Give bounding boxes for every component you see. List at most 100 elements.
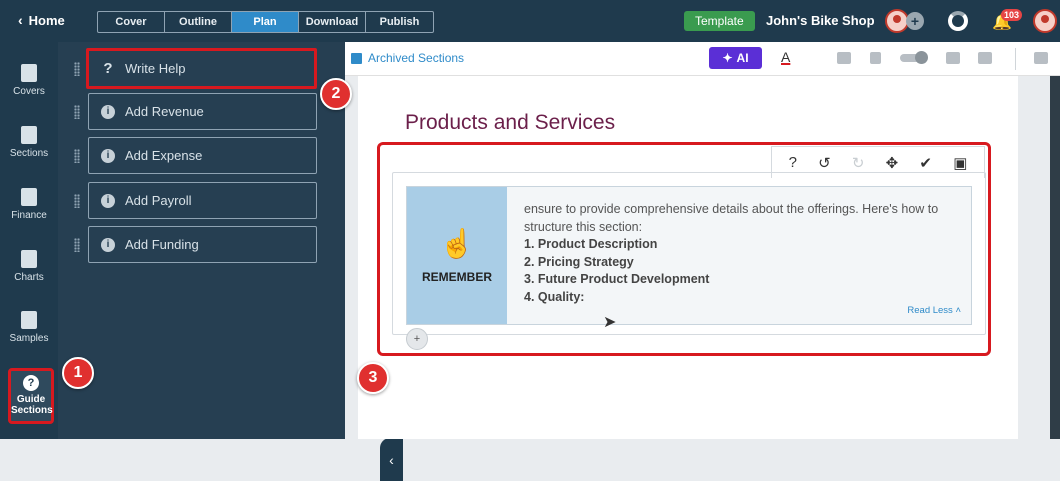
home-label: Home (28, 12, 65, 28)
body-intro: ensure to provide comprehensive details … (524, 202, 939, 234)
step-marker-3: 3 (357, 362, 389, 394)
editor-toolbar: Archived Sections ✦ AI A (345, 42, 1060, 76)
eye-icon[interactable] (837, 52, 851, 64)
remember-text[interactable]: ensure to provide comprehensive details … (524, 201, 954, 306)
user-avatar[interactable] (1033, 9, 1057, 33)
finance-icon (21, 188, 37, 206)
tab-plan[interactable]: Plan (232, 12, 299, 32)
ai-button[interactable]: ✦ AI (709, 47, 762, 69)
template-button[interactable]: Template (684, 11, 755, 31)
point-1: 1. Product Description (524, 237, 658, 251)
add-expense-label: Add Expense (125, 148, 203, 163)
nav-samples-label: Samples (9, 333, 49, 344)
nav-finance-label: Finance (11, 210, 47, 221)
add-funding-label: Add Funding (125, 237, 199, 252)
redo-icon[interactable]: ↻ (852, 154, 865, 172)
nav-covers[interactable]: Covers (0, 64, 58, 97)
add-payroll-item[interactable]: i Add Payroll (88, 182, 317, 219)
help-icon[interactable]: ? (789, 154, 797, 171)
guide-panel: ? Write Help i Add Revenue i Add Expense… (58, 42, 403, 481)
add-funding-item[interactable]: i Add Funding (88, 226, 317, 263)
step-marker-2: 2 (320, 78, 352, 110)
section-title[interactable]: Products and Services (405, 111, 615, 135)
document-page: Products and Services ? ↺ ↻ ✥ ✔ ▣ ☝ REME… (358, 76, 1018, 439)
plan-tabs: Cover Outline Plan Download Publish (97, 11, 434, 33)
toolbar-divider (1015, 48, 1016, 70)
info-icon: i (101, 104, 115, 119)
print-icon[interactable] (946, 52, 960, 64)
drag-handle-icon[interactable] (74, 149, 80, 163)
nav-charts[interactable]: Charts (0, 250, 58, 283)
point-4: 4. Quality: (524, 289, 585, 304)
archived-sections-label: Archived Sections (368, 51, 465, 65)
add-revenue-label: Add Revenue (125, 104, 204, 119)
tab-cover[interactable]: Cover (98, 12, 165, 32)
read-less-label: Read Less (907, 305, 953, 316)
point-2: 2. Pricing Strategy (524, 254, 634, 269)
question-circle-icon: ? (23, 375, 39, 391)
undo-icon[interactable]: ↺ (818, 154, 831, 172)
view-toggle[interactable] (900, 51, 928, 64)
move-icon[interactable]: ✥ (886, 154, 899, 172)
company-name[interactable]: John's Bike Shop (766, 13, 875, 28)
tab-download[interactable]: Download (299, 12, 366, 32)
scrollbar[interactable] (1050, 76, 1060, 439)
write-help-label: Write Help (125, 61, 186, 76)
info-icon: i (101, 148, 115, 163)
ai-label: AI (736, 51, 749, 65)
covers-icon (21, 64, 37, 82)
comment-check-icon[interactable]: ✔ (919, 154, 932, 172)
point-3: 3. Future Product Development (524, 272, 710, 286)
add-revenue-item[interactable]: i Add Revenue (88, 93, 317, 130)
read-less-link[interactable]: Read Less ˄ (907, 305, 961, 316)
charts-icon (21, 250, 37, 268)
archive-box-icon[interactable] (1034, 52, 1048, 64)
font-color-button[interactable]: A (781, 49, 790, 65)
guide-label-line1: Guide (16, 394, 46, 405)
document-canvas: Products and Services ? ↺ ↻ ✥ ✔ ▣ ☝ REME… (345, 76, 1060, 439)
info-icon: i (101, 193, 115, 208)
sparkle-icon: ✦ (722, 51, 733, 65)
collapse-panel-button[interactable]: ‹ (380, 438, 403, 481)
add-expense-item[interactable]: i Add Expense (88, 137, 317, 174)
nav-sections[interactable]: Sections (0, 126, 58, 159)
step-marker-1: 1 (62, 357, 94, 389)
drag-handle-icon[interactable] (74, 62, 80, 76)
info-icon: i (101, 237, 115, 252)
guide-label-line2: Sections (11, 405, 53, 416)
top-bar: ‹ Home Cover Outline Plan Download Publi… (0, 0, 1060, 42)
notification-badge: 103 (1001, 9, 1023, 21)
archive-section-icon[interactable]: ▣ (953, 154, 967, 172)
finger-string-icon: ☝ (439, 228, 475, 259)
nav-charts-label: Charts (14, 272, 44, 283)
remember-label: REMEMBER (421, 270, 492, 284)
sections-icon (21, 126, 37, 144)
remember-callout: ☝ REMEMBER ensure to provide comprehensi… (406, 186, 972, 325)
add-payroll-label: Add Payroll (125, 193, 192, 208)
mouse-cursor-icon: ➤ (603, 314, 617, 331)
nav-finance[interactable]: Finance (0, 188, 58, 221)
add-collaborator-icon[interactable]: + (906, 12, 924, 30)
remember-sidebar: ☝ REMEMBER (407, 187, 507, 324)
drag-handle-icon[interactable] (74, 194, 80, 208)
home-link[interactable]: ‹ Home (18, 12, 65, 28)
tab-publish[interactable]: Publish (366, 12, 433, 32)
drag-handle-icon[interactable] (74, 105, 80, 119)
question-icon: ? (103, 60, 113, 77)
add-comment-icon[interactable]: + (406, 328, 428, 350)
nav-guide-sections[interactable]: ? Guide Sections (8, 368, 54, 424)
nav-samples[interactable]: Samples (0, 311, 58, 344)
progress-ring-icon[interactable] (948, 11, 968, 31)
tab-outline[interactable]: Outline (165, 12, 232, 32)
samples-icon (21, 311, 37, 329)
archive-download-icon[interactable] (978, 52, 992, 64)
drag-handle-icon[interactable] (74, 238, 80, 252)
nav-sections-label: Sections (9, 148, 49, 159)
archive-icon (351, 52, 362, 64)
page-layout-icon[interactable] (870, 52, 881, 64)
left-nav: Covers Sections Finance Charts Samples ?… (0, 42, 58, 439)
chevron-left-icon: ‹ (18, 12, 23, 28)
archived-sections-link[interactable]: Archived Sections (351, 51, 464, 65)
write-help-item[interactable]: ? Write Help (86, 48, 317, 89)
nav-covers-label: Covers (13, 86, 45, 97)
